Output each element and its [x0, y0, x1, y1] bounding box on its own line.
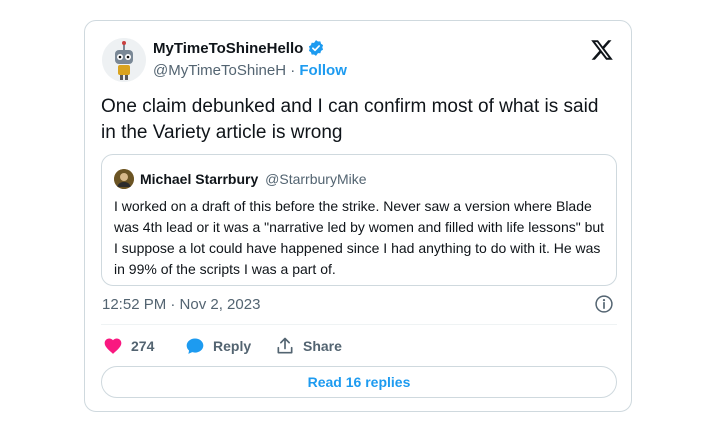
like-button[interactable]: 274 — [103, 336, 154, 356]
verified-badge-icon — [309, 40, 324, 56]
read-replies-button[interactable]: Read 16 replies — [101, 366, 617, 398]
author-name[interactable]: MyTimeToShineHello — [153, 40, 303, 57]
quoted-author-handle[interactable]: @StarrburyMike — [265, 171, 366, 187]
x-logo-icon[interactable] — [590, 38, 614, 62]
tweet-timestamp[interactable]: 12:52 PM · Nov 2, 2023 — [102, 296, 260, 313]
share-label: Share — [303, 338, 342, 354]
author-avatar[interactable] — [102, 38, 146, 82]
share-button[interactable]: Share — [275, 336, 342, 356]
embedded-tweet-card: MyTimeToShineHello @MyTimeToShineH · Fol… — [84, 20, 632, 412]
person-avatar-icon — [114, 169, 134, 189]
quoted-tweet-text: I worked on a draft of this before the s… — [114, 198, 605, 277]
quoted-author-name[interactable]: Michael Starrbury — [140, 171, 258, 187]
author-name-row[interactable]: MyTimeToShineHello — [153, 39, 325, 57]
quoted-author-avatar[interactable] — [114, 169, 134, 189]
quoted-author-row: Michael Starrbury @StarrburyMike — [140, 171, 367, 187]
handle-separator: · — [290, 62, 296, 79]
like-count: 274 — [131, 338, 155, 354]
divider — [101, 324, 617, 325]
reply-bubble-icon — [186, 338, 204, 354]
follow-button[interactable]: Follow — [299, 62, 347, 79]
heart-icon — [104, 338, 122, 354]
quoted-tweet[interactable]: Michael Starrbury @StarrburyMike I worke… — [101, 154, 617, 286]
share-icon — [277, 337, 293, 354]
author-handle-row: @MyTimeToShineH · Follow — [153, 62, 347, 79]
robot-avatar-icon — [102, 38, 146, 82]
author-handle[interactable]: @MyTimeToShineH — [153, 62, 286, 79]
reply-label: Reply — [213, 338, 252, 354]
info-icon[interactable] — [594, 294, 614, 314]
reply-button[interactable]: Reply — [185, 336, 251, 356]
tweet-text: One claim debunked and I can confirm mos… — [101, 96, 599, 143]
